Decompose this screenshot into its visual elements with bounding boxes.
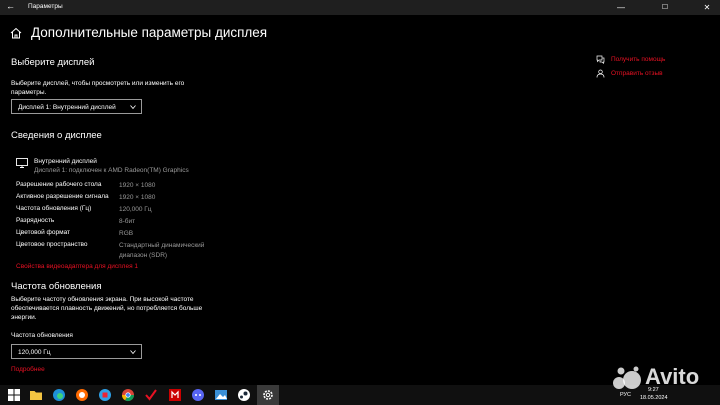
info-row: Цветовой формат RGB — [16, 229, 256, 241]
steam-icon[interactable] — [237, 388, 251, 402]
image-viewer-icon[interactable] — [214, 388, 228, 402]
info-row: Активное разрешение сигнала 1920 × 1080 — [16, 193, 256, 205]
info-value: RGB — [119, 230, 134, 237]
learn-more-link[interactable]: Подробнее — [11, 366, 45, 373]
display-select-value: Дисплей 1: Внутренний дисплей — [18, 103, 116, 111]
display-select-dropdown[interactable]: Дисплей 1: Внутренний дисплей — [11, 99, 142, 114]
info-value: Стандартный динамический диапазон (SDR) — [119, 242, 205, 259]
minimize-button[interactable]: — — [608, 0, 634, 15]
refresh-rate-label: Частота обновления — [11, 332, 73, 339]
maximize-button[interactable]: ☐ — [652, 0, 678, 15]
info-value: 120,000 Гц — [119, 206, 152, 213]
checkmark-app-icon[interactable] — [144, 388, 158, 402]
select-display-heading: Выберите дисплей — [11, 57, 95, 68]
chat-help-icon — [596, 55, 605, 64]
info-row: Частота обновления (Гц) 120,000 Гц — [16, 205, 256, 217]
info-row: Разрядность 8-бит — [16, 217, 256, 229]
chevron-down-icon — [130, 105, 136, 110]
refresh-rate-description-1: Выберите частоту обновления экрана. При … — [11, 296, 194, 303]
info-value: 1920 × 1080 — [119, 182, 156, 189]
info-value: 8-бит — [119, 218, 136, 225]
get-help-label: Получить помощь — [611, 56, 666, 63]
discord-icon[interactable] — [191, 388, 205, 402]
refresh-rate-description-3: энергии. — [11, 314, 37, 321]
adapter-properties-link[interactable]: Свойства видеоадаптера для дисплея 1 — [16, 263, 138, 270]
select-display-description-2: параметры. — [11, 89, 47, 96]
red-app-icon[interactable] — [168, 388, 182, 402]
close-button[interactable]: ✕ — [694, 0, 720, 15]
edge-browser-icon[interactable] — [52, 388, 66, 402]
refresh-rate-heading: Частота обновления — [11, 281, 102, 292]
language-indicator[interactable]: РУС — [620, 392, 631, 398]
home-icon — [10, 27, 22, 39]
file-explorer-icon[interactable] — [29, 388, 43, 402]
chrome-browser-icon[interactable] — [121, 388, 135, 402]
chevron-down-icon — [130, 350, 136, 355]
clock-date[interactable]: 18.05.2024 — [640, 395, 668, 401]
gear-icon[interactable] — [261, 388, 275, 402]
info-row: Цветовое пространство Стандартный динами… — [16, 241, 256, 261]
info-label: Разрядность — [16, 217, 55, 224]
display-info-heading: Сведения о дисплее — [11, 130, 102, 141]
info-label: Активное разрешение сигнала — [16, 193, 109, 200]
info-row: Разрешение рабочего стола 1920 × 1080 — [16, 181, 256, 193]
title-bar: ← Параметры — ☐ ✕ — [0, 0, 720, 15]
window-title: Параметры — [28, 3, 63, 10]
avito-watermark-text: Avito — [645, 364, 700, 389]
feedback-icon — [596, 69, 605, 78]
send-feedback-label: Отправить отзыв — [611, 70, 663, 77]
back-button[interactable]: ← — [6, 1, 15, 11]
windows-start-icon[interactable] — [7, 388, 21, 402]
monitor-connection: Дисплей 1: подключен к AMD Radeon(TM) Gr… — [34, 167, 189, 174]
info-label: Цветовой формат — [16, 229, 71, 236]
info-label: Частота обновления (Гц) — [16, 205, 92, 212]
info-label: Разрешение рабочего стола — [16, 181, 102, 188]
monitor-icon — [16, 158, 28, 168]
refresh-rate-description-2: обеспечивается плавность движений, но по… — [11, 305, 203, 312]
refresh-rate-value: 120,000 Гц — [18, 348, 51, 356]
select-display-description-1: Выберите дисплей, чтобы просмотреть или … — [11, 80, 185, 87]
store-icon[interactable] — [98, 388, 112, 402]
refresh-rate-dropdown[interactable]: 120,000 Гц — [11, 344, 142, 359]
monitor-name: Внутренний дисплей — [34, 158, 97, 165]
info-label: Цветовое пространство — [16, 241, 88, 248]
yandex-browser-icon[interactable] — [75, 388, 89, 402]
page-title: Дополнительные параметры дисплея — [31, 25, 268, 40]
info-value: 1920 × 1080 — [119, 194, 156, 201]
avito-logo-icon — [613, 366, 641, 389]
